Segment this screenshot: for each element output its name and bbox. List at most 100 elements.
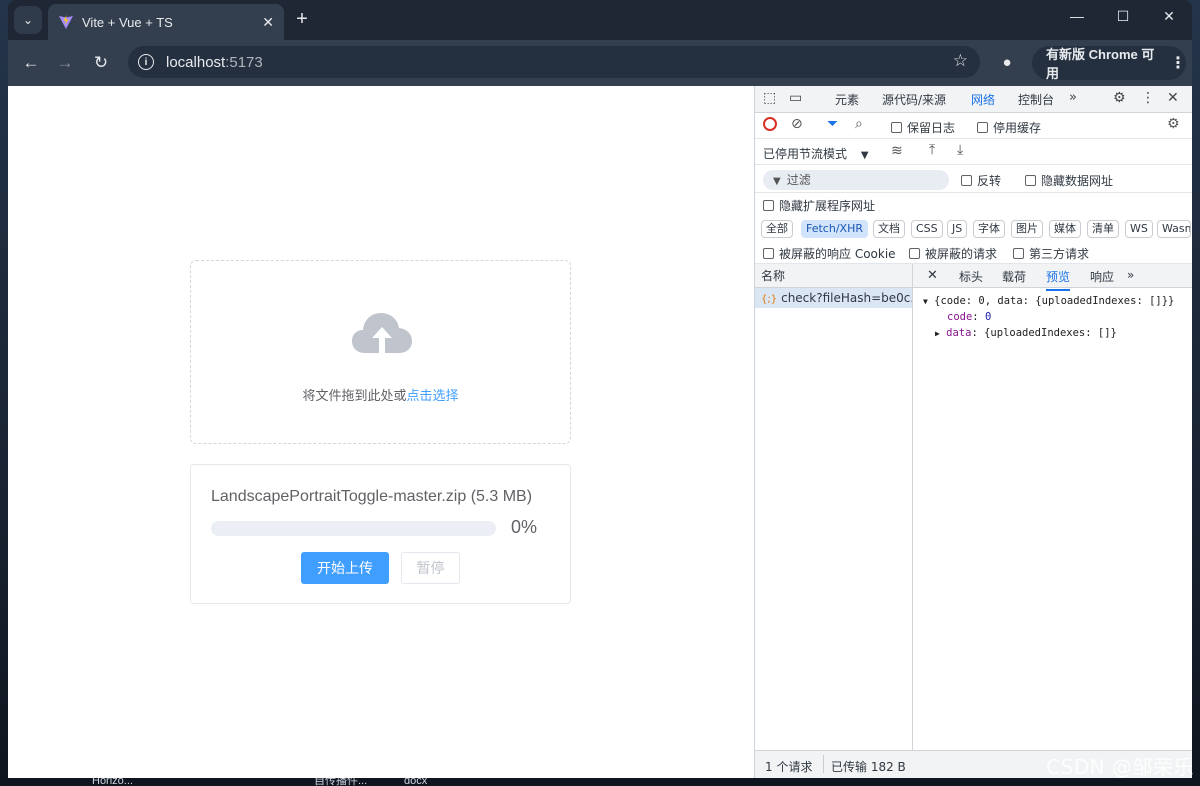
record-icon[interactable] [763,117,777,131]
preserve-log-checkbox[interactable]: 保留日志 [891,119,955,136]
progress-bar [211,521,496,536]
invert-label: 反转 [977,174,1002,188]
blocked-row: 被屏蔽的响应 Cookie 被屏蔽的请求 第三方请求 [755,240,1192,264]
filter-icon[interactable]: ⏷ [827,116,838,132]
checkbox-icon [961,175,972,186]
tab-elements[interactable]: 元素 [835,91,859,108]
blocked-requests-checkbox[interactable]: 被屏蔽的请求 [909,245,997,262]
settings-gear-icon[interactable]: ⚙ [1113,90,1126,106]
preview-root[interactable]: ▼ {code: 0, data: {uploadedIndexes: []}} [923,295,1174,307]
tab-network[interactable]: 网络 [971,91,996,115]
filter-chip-media[interactable]: 媒体 [1049,220,1081,238]
new-tab-button[interactable]: + [290,8,314,32]
funnel-icon: ▼ [773,176,781,187]
chevron-down-icon: ⌄ [22,13,34,27]
throttle-row: 已停用节流模式 ▼ ≋ ⤒ ⤓ [755,139,1192,165]
bookmark-star-icon[interactable]: ☆ [953,51,968,71]
import-har-icon[interactable]: ⤒ [929,142,935,158]
network-settings-icon[interactable]: ⚙ [1167,116,1180,132]
disable-cache-checkbox[interactable]: 停用缓存 [977,119,1041,136]
third-party-checkbox[interactable]: 第三方请求 [1013,245,1089,262]
site-info-icon[interactable]: i [138,54,154,70]
disable-cache-label: 停用缓存 [993,121,1042,135]
back-button[interactable]: ← [20,52,42,74]
blocked-cookies-checkbox[interactable]: 被屏蔽的响应 Cookie [763,245,896,262]
filter-chip-fetch-xhr[interactable]: Fetch/XHR [801,220,868,238]
close-devtools-icon[interactable]: ✕ [1167,90,1179,106]
name-column-header[interactable]: 名称 [755,264,912,288]
blocked-requests-label: 被屏蔽的请求 [925,247,998,261]
update-label: 有新版 Chrome 可用 [1046,47,1155,81]
filter-placeholder: 过滤 [786,173,811,187]
upload-cloud-icon [352,313,412,353]
dropzone-text: 将文件拖到此处或点击选择 [191,385,570,404]
tab-console[interactable]: 控制台 [1018,91,1054,108]
filter-chip-js[interactable]: JS [947,220,968,238]
invert-checkbox[interactable]: 反转 [961,172,1001,189]
minimize-button[interactable]: — [1062,8,1092,24]
filter-chip-css[interactable]: CSS [911,220,943,238]
more-menu-icon[interactable]: ⋮ [1170,53,1186,73]
devtools-panel: ⬚ ▭ 元素 源代码/来源 网络 控制台 » ⚙ ⋮ ✕ ⊘ ⏷ ⌕ 保留日志 … [754,86,1192,778]
filter-input[interactable]: ▼ 过滤 [763,170,949,190]
filter-chip-img[interactable]: 图片 [1011,220,1043,238]
hide-data-urls-checkbox[interactable]: 隐藏数据网址 [1025,172,1113,189]
more-detail-tabs-icon[interactable]: » [1127,268,1134,282]
profile-icon[interactable]: ● [996,52,1018,74]
clear-icon[interactable]: ⊘ [791,116,803,132]
filter-chip-font[interactable]: 字体 [973,220,1005,238]
maximize-button[interactable]: ☐ [1108,8,1138,25]
inspect-element-icon[interactable]: ⬚ [763,90,776,106]
request-detail: ✕ 标头 载荷 预览 响应 » ▼ {code: 0, data: {uploa… [913,264,1192,778]
close-window-button[interactable]: ✕ [1154,8,1184,25]
hide-extension-urls-label: 隐藏扩展程序网址 [779,199,876,213]
throttling-label: 已停用节流模式 [763,147,848,161]
url-host: localhost [166,53,226,71]
hide-extension-urls-checkbox[interactable]: 隐藏扩展程序网址 [763,197,875,214]
tab-search-button[interactable]: ⌄ [14,6,42,34]
close-detail-icon[interactable]: ✕ [927,268,938,283]
export-har-icon[interactable]: ⤓ [957,142,963,158]
forward-button[interactable]: → [54,52,76,74]
chrome-update-button[interactable]: 有新版 Chrome 可用 ⋮ [1032,46,1186,81]
filter-chip-all[interactable]: 全部 [761,220,793,238]
tab-title: Vite + Vue + TS [82,14,173,30]
preview-data[interactable]: ▶ data: {uploadedIndexes: []} [935,327,1117,339]
preserve-log-label: 保留日志 [907,121,956,135]
tab-response[interactable]: 响应 [1090,268,1114,285]
filter-chip-wasm[interactable]: Wasm [1157,220,1191,238]
request-row[interactable]: {;} check?fileHash=be0c... [755,288,912,308]
select-file-link[interactable]: 点击选择 [407,388,459,403]
throttling-select[interactable]: 已停用节流模式 ▼ [763,145,869,162]
browser-window: ⌄ Vite + Vue + TS ✕ + — ☐ ✕ ← → ↻ i loca… [8,0,1192,778]
tab-sources[interactable]: 源代码/来源 [882,91,946,108]
more-tabs-icon[interactable]: » [1069,90,1077,105]
filter-chip-ws[interactable]: WS [1125,220,1153,238]
code-value: 0 [984,311,992,323]
tab-payload[interactable]: 载荷 [1002,268,1026,285]
upload-dropzone[interactable]: 将文件拖到此处或点击选择 [190,260,571,444]
address-bar[interactable]: i localhost:5173 ☆ [128,46,980,78]
request-list: 名称 {;} check?fileHash=be0c... [755,264,913,778]
detail-tabbar: ✕ 标头 载荷 预览 响应 » [913,264,1192,291]
more-options-icon[interactable]: ⋮ [1141,90,1155,106]
blocked-cookies-label: 被屏蔽的响应 Cookie [779,247,896,261]
url-port: :5173 [225,53,263,71]
browser-tab[interactable]: Vite + Vue + TS ✕ [48,4,284,40]
filter-chip-manifest[interactable]: 清单 [1087,220,1119,238]
request-name: check?fileHash=be0c... [781,291,912,305]
network-conditions-icon[interactable]: ≋ [891,143,903,159]
filter-chip-doc[interactable]: 文档 [873,220,905,238]
pause-button[interactable]: 暂停 [401,552,460,584]
filter-row: ▼ 过滤 反转 隐藏数据网址 [755,165,1192,193]
tab-preview[interactable]: 预览 [1046,268,1071,291]
search-icon[interactable]: ⌕ [855,116,863,132]
reload-button[interactable]: ↻ [90,52,112,74]
start-upload-button[interactable]: 开始上传 [301,552,389,584]
collapse-triangle-icon: ▶ [935,329,940,338]
device-toolbar-icon[interactable]: ▭ [789,90,802,106]
close-tab-icon[interactable]: ✕ [262,14,274,31]
transferred-size: 已传输 182 B [831,760,906,774]
tab-headers[interactable]: 标头 [959,268,983,285]
checkbox-icon [909,248,920,259]
